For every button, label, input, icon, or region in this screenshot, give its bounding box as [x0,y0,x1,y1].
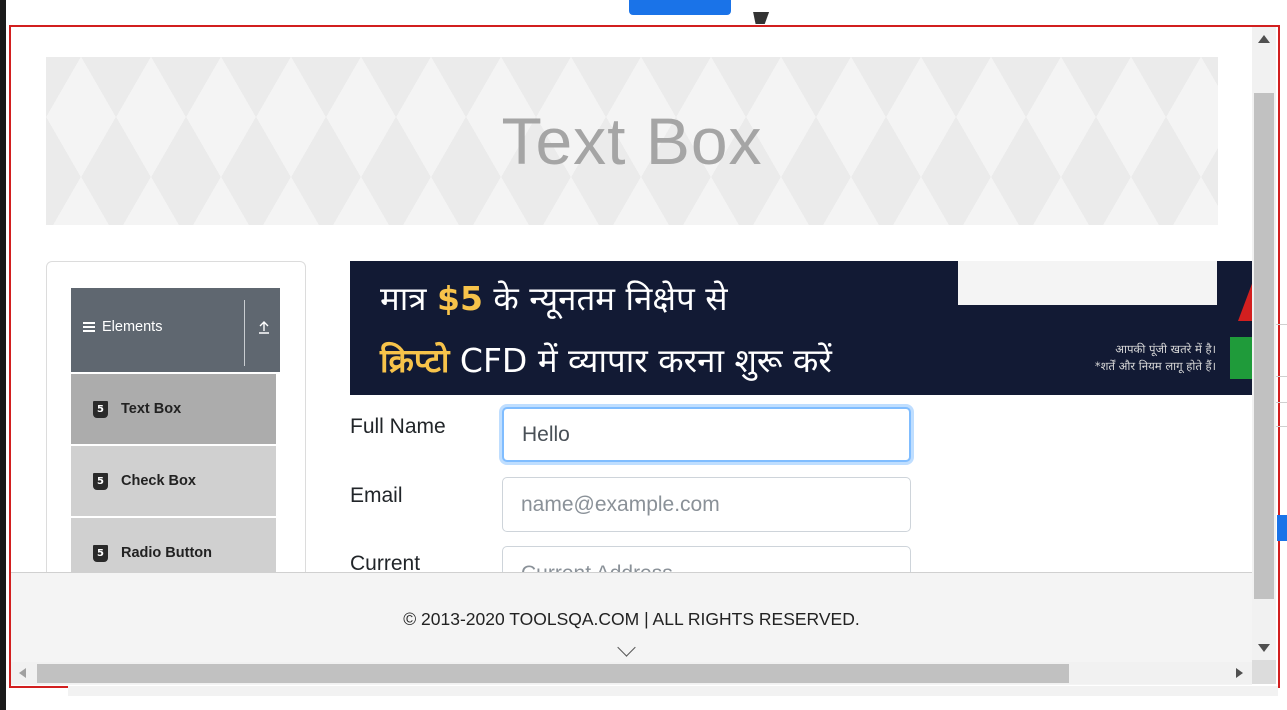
sidebar-item-label: Text Box [121,401,182,417]
html5-icon: 5 [93,544,108,562]
scroll-down-arrow-icon[interactable] [1258,644,1270,652]
chevron-down-icon[interactable] [617,638,636,657]
scroll-up-arrow-icon[interactable] [1258,35,1270,43]
sidebar-item-check-box[interactable]: 5 Check Box [71,446,276,517]
ad-overlay-patch [958,261,1217,305]
scroll-left-arrow-icon[interactable] [19,668,26,678]
horizontal-scrollbar[interactable] [11,662,1252,684]
ad-red-shape [1238,281,1253,321]
top-strip-button[interactable] [629,0,731,15]
ad-green-shape [1230,337,1253,379]
elements-group-label: Elements [102,319,163,335]
elements-group-header[interactable]: Elements [71,288,280,372]
html5-icon: 5 [93,472,108,490]
page-viewport: Text Box Elements 5 Text Box 5 Check Box… [9,25,1280,688]
cursor-pointer-icon [742,12,770,24]
full-name-input[interactable] [502,407,911,462]
background-button [1277,515,1287,541]
html5-icon: 5 [93,400,108,418]
email-input[interactable] [502,477,911,532]
full-name-label: Full Name [350,415,446,438]
vertical-scrollbar[interactable] [1252,27,1276,660]
footer-copyright: © 2013-2020 TOOLSQA.COM | ALL RIGHTS RES… [403,609,860,629]
below-frame-strip [68,686,1278,696]
top-strip [6,0,1287,24]
sidebar-item-label: Check Box [121,473,196,489]
scrollbar-corner [1252,660,1276,684]
scroll-right-arrow-icon[interactable] [1236,668,1243,678]
ad-disclaimer: आपकी पूंजी खतरे में है। *शर्तें और नियम … [1094,342,1216,373]
elements-group-title: Elements [83,319,162,335]
menu-icon [83,322,95,332]
sidebar-item-label: Radio Button [121,545,213,561]
advertisement-banner[interactable]: मात्र $5 के न्यूनतम निक्षेप से क्रिप्टो … [350,261,1253,395]
ad-headline-1: मात्र $5 के न्यूनतम निक्षेप से [380,279,728,318]
collapse-arrow-icon[interactable] [251,318,277,342]
horizontal-scroll-thumb[interactable] [37,664,1069,683]
email-label: Email [350,484,403,507]
vertical-scroll-thumb[interactable] [1254,93,1274,599]
sidebar-item-text-box[interactable]: 5 Text Box [71,374,276,445]
page-header-banner: Text Box [46,57,1218,225]
group-divider [244,300,245,366]
ad-headline-2: क्रिप्टो CFD में व्यापार करना शुरू करें [380,341,832,380]
background-window-edge [1276,300,1287,560]
page-title: Text Box [501,104,763,178]
window-edge [0,0,6,710]
